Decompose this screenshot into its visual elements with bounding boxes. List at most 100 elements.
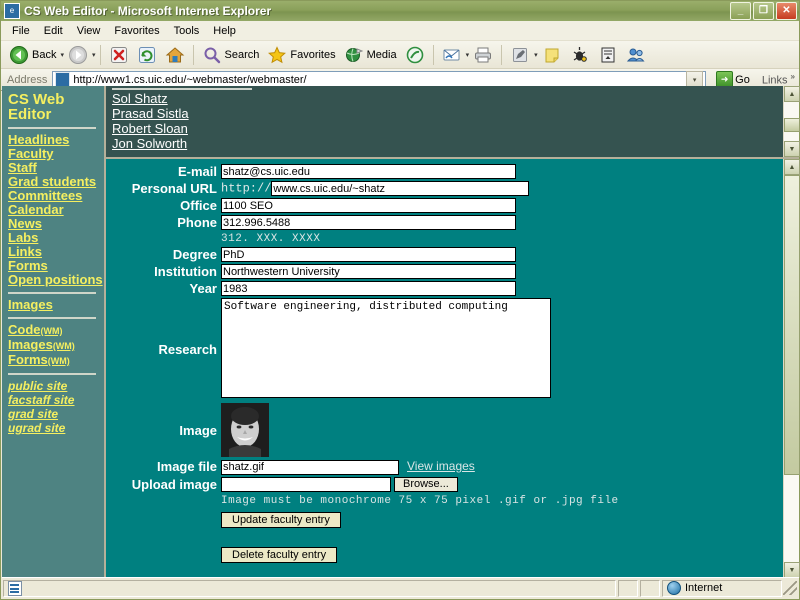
upload-image-field[interactable] [221,476,391,492]
email-field[interactable] [221,164,516,179]
faculty-photo [221,403,269,457]
sidebar-nav-frame: CS Web Editor Headlines Faculty Staff Gr… [2,86,106,578]
people-button[interactable] [622,44,650,66]
sidebar-item-links[interactable]: Links [8,245,104,259]
degree-field[interactable] [221,247,516,262]
mail-button[interactable] [438,44,466,66]
sidebar-item-suffix: (WM) [47,356,70,366]
sidebar-divider [8,292,96,294]
scroll-track[interactable] [784,102,800,141]
menu-item-file[interactable]: File [5,23,37,39]
minimize-button[interactable]: _ [730,2,751,20]
sidebar-item-public-site[interactable]: public site [8,379,104,393]
faculty-list: Sol Shatz Prasad Sistla Robert Sloan Jon… [106,86,783,157]
sidebar-item-staff[interactable]: Staff [8,161,104,175]
sidebar-item-label: Images [8,337,53,352]
form-row-upload-image: Upload image Browse... [106,476,620,493]
scroll-track[interactable] [784,175,800,562]
links-button[interactable]: Links» [762,72,795,87]
sidebar-item-ugrad-site[interactable]: ugrad site [8,421,104,435]
institution-field[interactable] [221,264,516,279]
sidebar-item-grad-site[interactable]: grad site [8,407,104,421]
institution-label: Institution [154,264,217,279]
research-textarea[interactable]: Software engineering, distributed comput… [221,298,551,398]
browse-button[interactable]: Browse... [394,476,458,492]
scroll-up-arrow-icon[interactable]: ▲ [784,159,800,175]
sidebar-divider [8,373,96,375]
form-frame-scrollbar[interactable]: ▲ ▼ [783,159,800,578]
scroll-thumb[interactable] [784,118,800,132]
view-images-link[interactable]: View images [407,459,475,473]
sidebar-item-forms-wm[interactable]: Forms(WM) [8,353,104,368]
messenger-button[interactable] [566,44,594,66]
security-zone-label: Internet [685,582,723,594]
home-button[interactable] [161,44,189,66]
sidebar-item-images[interactable]: Images [8,298,104,312]
address-url-text: http://www1.cs.uic.edu/~webmaster/webmas… [73,73,307,86]
security-zone-pane[interactable]: Internet [662,579,782,597]
scroll-thumb[interactable] [784,175,800,475]
sidebar-item-forms[interactable]: Forms [8,259,104,273]
menu-item-tools[interactable]: Tools [167,23,207,39]
printer-icon [473,45,493,65]
personal-url-field[interactable] [271,181,530,196]
sidebar-item-headlines[interactable]: Headlines [8,133,104,147]
sidebar-item-grad-students[interactable]: Grad students [8,175,104,189]
forward-button[interactable] [64,44,92,66]
delete-faculty-entry-button[interactable]: Delete faculty entry [221,546,338,563]
faculty-link-robert-sloan[interactable]: Robert Sloan [112,121,783,136]
upload-hint-text: Image must be monochrome 75 x 75 pixel .… [221,494,619,507]
faculty-frame-scrollbar[interactable]: ▲ ▼ [783,86,800,157]
sidebar-group-sites: public site facstaff site grad site ugra… [8,379,104,435]
sidebar-item-open-positions[interactable]: Open positions [8,273,104,287]
sidebar-group-sections: Headlines Faculty Staff Grad students Co… [8,133,104,287]
year-field[interactable] [221,281,516,296]
refresh-button[interactable] [133,44,161,66]
resize-grip-icon[interactable] [783,581,797,595]
menu-item-help[interactable]: Help [206,23,243,39]
scroll-up-arrow-icon[interactable]: ▲ [784,86,800,102]
faculty-link-sol-shatz[interactable]: Sol Shatz [112,91,783,106]
phone-label: Phone [177,215,217,230]
notes-button[interactable] [538,44,566,66]
sidebar-item-faculty[interactable]: Faculty [8,147,104,161]
sidebar-item-committees[interactable]: Committees [8,189,104,203]
update-faculty-entry-button[interactable]: Update faculty entry [221,511,341,528]
research-button[interactable] [594,44,622,66]
back-button[interactable]: Back [5,44,60,66]
history-button[interactable] [401,44,429,66]
faculty-link-jon-solworth[interactable]: Jon Solworth [112,136,783,151]
sidebar-item-facstaff-site[interactable]: facstaff site [8,393,104,407]
sidebar-item-calendar[interactable]: Calendar [8,203,104,217]
media-button[interactable]: Media [340,44,401,66]
menu-item-edit[interactable]: Edit [37,23,70,39]
scroll-down-arrow-icon[interactable]: ▼ [784,141,800,157]
print-button[interactable] [469,44,497,66]
form-row-image-file: Image file View images [106,458,620,476]
image-file-field[interactable] [221,459,399,475]
phone-field[interactable] [221,215,516,230]
scroll-down-arrow-icon[interactable]: ▼ [784,562,800,578]
office-field[interactable] [221,198,516,213]
stop-button[interactable] [105,44,133,66]
sidebar-item-code-wm[interactable]: Code(WM) [8,323,104,338]
sidebar-group-images: Images [8,298,104,312]
forward-dropdown-caret-icon[interactable]: ▾ [92,51,96,59]
edit-button[interactable] [506,44,534,66]
title-bar: e CS Web Editor - Microsoft Internet Exp… [1,1,799,21]
sidebar-item-labs[interactable]: Labs [8,231,104,245]
status-message-pane [3,579,616,597]
menu-item-view[interactable]: View [70,23,108,39]
sidebar-item-images-wm[interactable]: Images(WM) [8,338,104,353]
menu-item-favorites[interactable]: Favorites [107,23,166,39]
form-row-phone-hint: 312. XXX. XXXX [106,231,620,246]
sidebar-item-label: Code [8,322,41,337]
search-button[interactable]: Search [198,44,264,66]
close-button[interactable]: ✕ [776,2,797,20]
favorites-button[interactable]: Favorites [263,44,339,66]
sidebar-item-news[interactable]: News [8,217,104,231]
toolbar-separator [432,44,434,65]
faculty-link-prasad-sistla[interactable]: Prasad Sistla [112,106,783,121]
maximize-button[interactable]: ❐ [753,2,774,20]
address-label: Address [7,73,48,86]
